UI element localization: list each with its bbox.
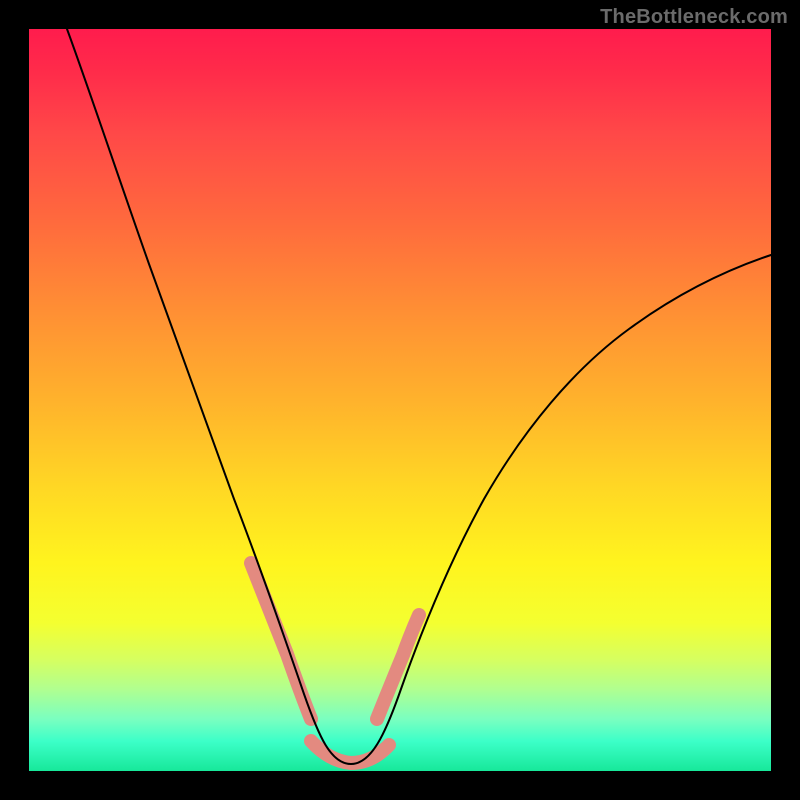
accent-left-shoulder [251,563,311,719]
bottleneck-curve-plot [29,29,771,771]
accent-right-shoulder [377,615,419,719]
bottleneck-curve [67,29,771,764]
chart-frame [29,29,771,771]
watermark-text: TheBottleneck.com [600,6,788,29]
